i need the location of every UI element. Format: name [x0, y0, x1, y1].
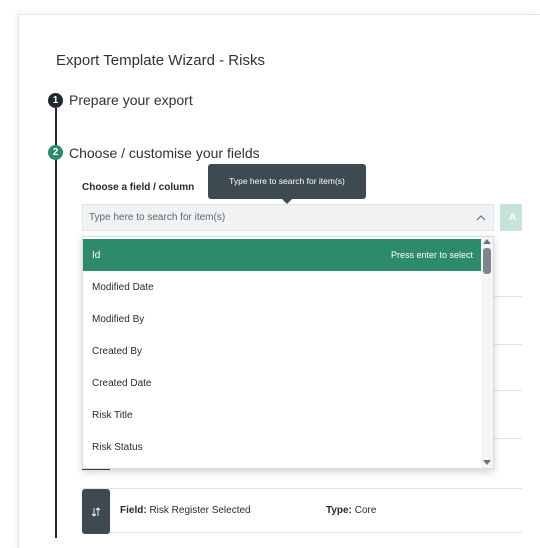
dropdown-scrollbar[interactable]	[481, 237, 493, 468]
field-value: Risk Register Selected	[149, 505, 251, 516]
scrollbar-thumb[interactable]	[483, 248, 491, 274]
field-key: Field:	[120, 505, 147, 516]
add-field-button[interactable]: A	[500, 204, 522, 231]
scroll-down-arrow-icon[interactable]	[483, 460, 491, 465]
background-row-dividers	[494, 240, 522, 470]
tooltip-text: Type here to search for item(s)	[229, 176, 345, 186]
press-enter-hint: Press enter to select	[390, 250, 473, 260]
step-2-badge: 2	[48, 145, 63, 160]
choose-field-label: Choose a field / column	[82, 182, 195, 193]
dropdown-option[interactable]: Created Date	[83, 367, 481, 399]
scroll-up-arrow-icon[interactable]	[483, 239, 491, 244]
search-tooltip: Type here to search for item(s)	[208, 164, 366, 204]
field-search-input[interactable]	[89, 212, 469, 223]
page-title: Export Template Wizard - Risks	[56, 52, 265, 69]
field-name: Field: Risk Register Selected	[120, 505, 251, 516]
step-rail	[55, 108, 57, 538]
type-key: Type:	[326, 505, 352, 516]
dropdown-option[interactable]: Risk Status	[83, 431, 481, 463]
field-type: Type: Core	[326, 505, 376, 516]
field-search-box[interactable]	[82, 204, 494, 231]
step-2-label[interactable]: Choose / customise your fields	[69, 145, 260, 161]
sort-arrows-icon[interactable]	[82, 489, 110, 534]
dropdown-option-label: Id	[92, 249, 101, 261]
field-dropdown-list: Id Press enter to select Modified Date M…	[82, 236, 494, 469]
type-value: Core	[354, 505, 377, 516]
dropdown-option[interactable]: Created By	[83, 335, 481, 367]
step-1-badge: 1	[48, 93, 63, 108]
dropdown-option[interactable]: Risk Title	[83, 399, 481, 431]
selected-field-row: Field: Risk Register Selected Type: Core	[82, 488, 522, 534]
chevron-up-icon[interactable]	[469, 205, 493, 230]
dropdown-option[interactable]: Modified By	[83, 303, 481, 335]
dropdown-option[interactable]: Modified Date	[83, 271, 481, 303]
step-1-label[interactable]: Prepare your export	[69, 92, 193, 108]
dropdown-option-selected[interactable]: Id Press enter to select	[83, 239, 481, 271]
